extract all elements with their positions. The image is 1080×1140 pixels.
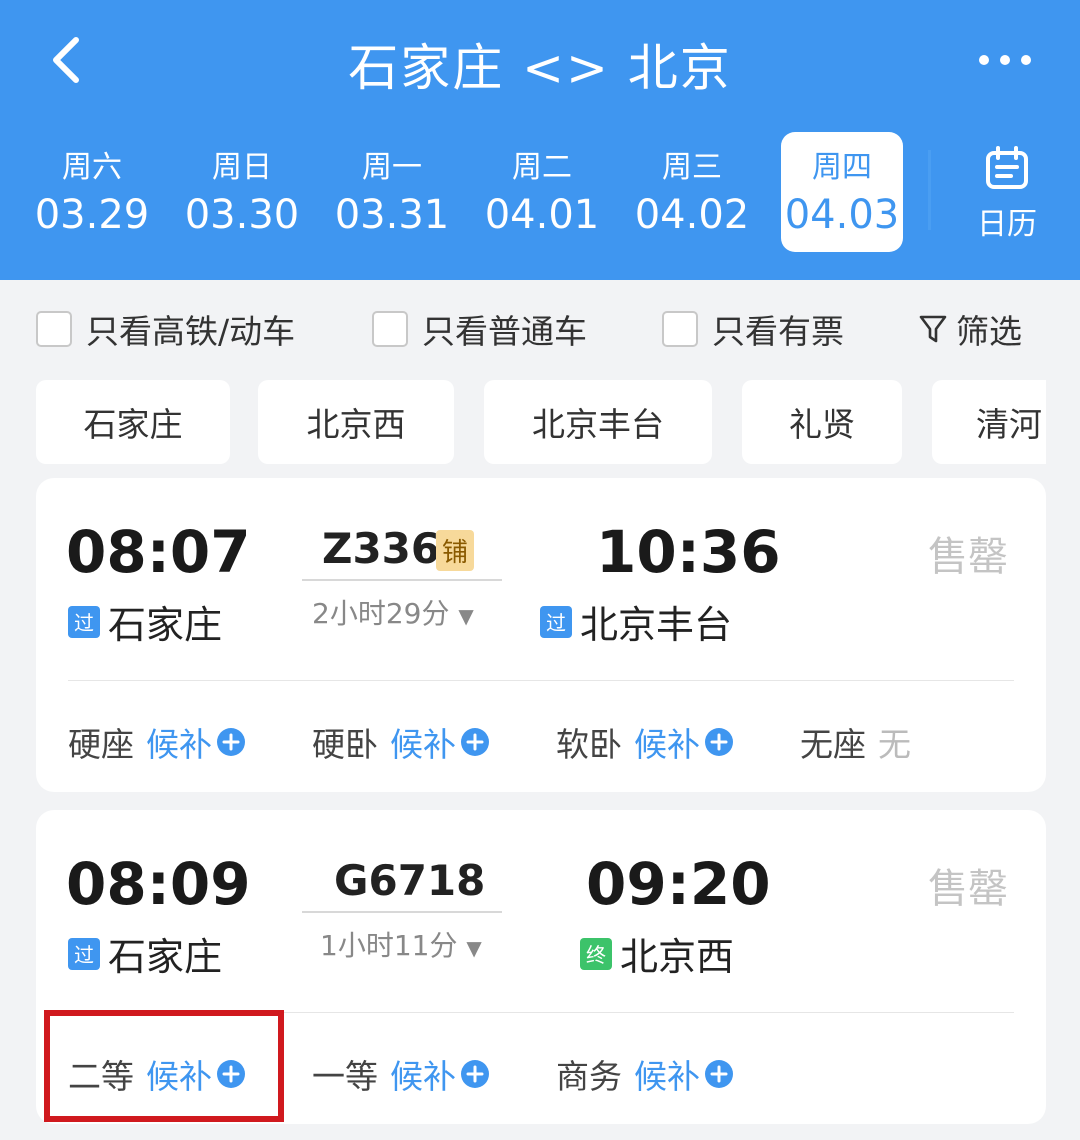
seat-class: 软卧 xyxy=(556,725,622,764)
seat-first-class[interactable]: 一等 候补 xyxy=(312,1050,490,1098)
unavailable-label: 无 xyxy=(878,725,911,764)
duration-toggle[interactable]: 2小时29分 ▼ xyxy=(312,592,474,632)
date-label: 04.03 xyxy=(784,192,900,238)
date-label: 04.01 xyxy=(484,192,600,238)
departure-station: 过 石家庄 xyxy=(68,926,222,981)
seat-class: 硬卧 xyxy=(312,725,378,764)
station-chip[interactable]: 清河 xyxy=(932,380,1046,464)
plus-circle-icon xyxy=(705,1060,733,1088)
checkbox-icon xyxy=(36,311,72,347)
date-label: 04.02 xyxy=(634,192,750,238)
arrival-time: 09:20 xyxy=(586,850,771,918)
seat-business-class[interactable]: 商务 候补 xyxy=(556,1050,734,1098)
weekday-label: 周一 xyxy=(362,150,422,185)
more-dots-icon[interactable] xyxy=(970,45,1040,75)
station-name: 石家庄 xyxy=(108,603,223,647)
departure-station: 过 石家庄 xyxy=(68,594,222,649)
filter-high-speed-label: 只看高铁/动车 xyxy=(86,312,296,351)
duration-toggle[interactable]: 1小时11分 ▼ xyxy=(320,924,482,964)
seat-hard-sleeper[interactable]: 硬卧 候补 xyxy=(312,718,490,766)
date-tab-0401[interactable]: 周二 04.01 xyxy=(481,132,603,252)
sold-out-status: 售罄 xyxy=(928,534,1008,580)
date-tab-0330[interactable]: 周日 03.30 xyxy=(181,132,303,252)
plus-circle-icon xyxy=(461,728,489,756)
plus-circle-icon xyxy=(217,728,245,756)
seat-class: 无座 xyxy=(800,725,866,764)
filter-regular-checkbox[interactable]: 只看普通车 xyxy=(372,305,587,353)
filter-regular-label: 只看普通车 xyxy=(422,312,587,351)
station-chip[interactable]: 北京西 xyxy=(258,380,454,464)
station-chip[interactable]: 北京丰台 xyxy=(484,380,712,464)
arrival-station: 过 北京丰台 xyxy=(540,594,732,649)
train-number: Z336 xyxy=(322,524,441,573)
station-name: 石家庄 xyxy=(108,935,223,979)
weekday-label: 周二 xyxy=(512,150,572,185)
calendar-icon xyxy=(986,146,1028,189)
filter-button[interactable]: 筛选 xyxy=(918,305,1022,353)
filter-available-checkbox[interactable]: 只看有票 xyxy=(662,305,844,353)
calendar-button[interactable]: 日历 xyxy=(962,145,1052,245)
station-name: 北京丰台 xyxy=(580,603,733,647)
waitlist-label: 候补 xyxy=(146,725,212,764)
seat-class: 商务 xyxy=(556,1057,622,1096)
berth-badge: 铺 xyxy=(436,530,475,571)
date-tab-0403-selected[interactable]: 周四 04.03 xyxy=(781,132,903,252)
weekday-label: 周三 xyxy=(662,150,722,185)
duration-text: 2小时29分 xyxy=(312,597,450,630)
header-bar: 石家庄 <> 北京 周六 03.29 周日 03.30 周一 03.31 周二 … xyxy=(0,0,1080,280)
train-card[interactable]: 08:07 Z336 铺 2小时29分 ▼ 10:36 过 石家庄 过 北京丰台… xyxy=(36,478,1046,792)
filter-label: 筛选 xyxy=(956,312,1022,351)
route-title: 石家庄 <> 北京 xyxy=(348,39,732,97)
calendar-label: 日历 xyxy=(977,207,1037,242)
sold-out-status: 售罄 xyxy=(928,866,1008,912)
date-label: 03.29 xyxy=(34,192,150,238)
caret-down-icon: ▼ xyxy=(466,936,482,960)
filter-high-speed-checkbox[interactable]: 只看高铁/动车 xyxy=(36,305,295,353)
funnel-icon xyxy=(919,315,947,343)
waitlist-label: 候补 xyxy=(390,725,456,764)
highlight-box xyxy=(44,1010,284,1122)
date-tab-0331[interactable]: 周一 03.31 xyxy=(331,132,453,252)
checkbox-icon xyxy=(372,311,408,347)
calendar-divider xyxy=(928,150,931,230)
station-chip[interactable]: 礼贤 xyxy=(742,380,902,464)
weekday-label: 周六 xyxy=(62,150,122,185)
duration-text: 1小时11分 xyxy=(320,929,458,962)
plus-circle-icon xyxy=(705,728,733,756)
route-line xyxy=(302,911,502,913)
card-divider xyxy=(68,680,1014,681)
terminal-tag: 终 xyxy=(580,937,612,970)
weekday-label: 周四 xyxy=(812,150,872,185)
arrival-station: 终 北京西 xyxy=(580,926,734,981)
date-tab-0402[interactable]: 周三 04.02 xyxy=(631,132,753,252)
filter-available-label: 只看有票 xyxy=(712,312,844,351)
date-label: 03.31 xyxy=(334,192,450,238)
seat-soft-sleeper[interactable]: 软卧 候补 xyxy=(556,718,734,766)
waitlist-label: 候补 xyxy=(634,725,700,764)
seat-class: 一等 xyxy=(312,1057,378,1096)
pass-tag: 过 xyxy=(68,605,100,638)
checkbox-icon xyxy=(662,311,698,347)
pass-tag: 过 xyxy=(68,937,100,970)
pass-tag: 过 xyxy=(540,605,572,638)
route-line xyxy=(302,579,502,581)
station-chip[interactable]: 石家庄 xyxy=(36,380,230,464)
seat-hard-seat[interactable]: 硬座 候补 xyxy=(68,718,246,766)
plus-circle-icon xyxy=(461,1060,489,1088)
date-tab-0329[interactable]: 周六 03.29 xyxy=(31,132,153,252)
waitlist-label: 候补 xyxy=(390,1057,456,1096)
seat-no-seat: 无座 无 xyxy=(800,718,911,766)
weekday-label: 周日 xyxy=(212,150,272,185)
station-name: 北京西 xyxy=(620,935,735,979)
date-label: 03.30 xyxy=(184,192,300,238)
seat-class: 硬座 xyxy=(68,725,134,764)
station-chip-strip: 石家庄 北京西 北京丰台 礼贤 清河 xyxy=(36,380,1046,464)
train-number: G6718 xyxy=(334,856,486,905)
caret-down-icon: ▼ xyxy=(458,604,474,628)
waitlist-label: 候补 xyxy=(634,1057,700,1096)
departure-time: 08:07 xyxy=(66,518,251,586)
arrival-time: 10:36 xyxy=(596,518,781,586)
departure-time: 08:09 xyxy=(66,850,251,918)
